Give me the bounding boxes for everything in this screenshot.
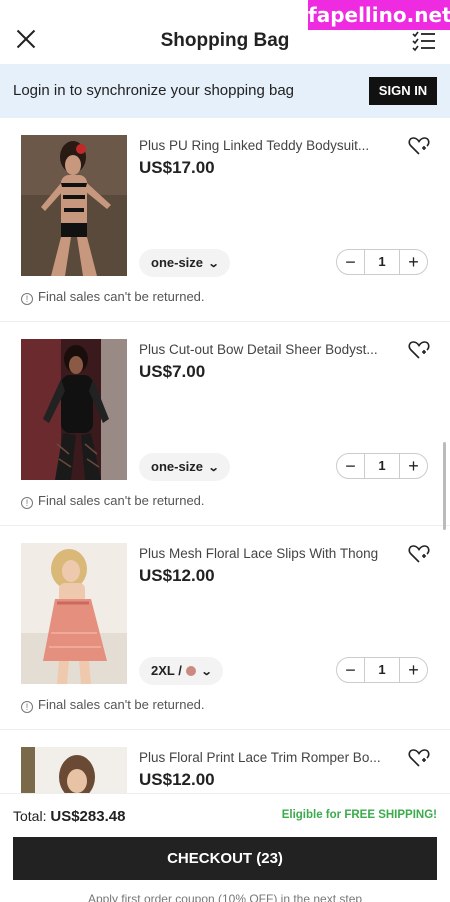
- free-shipping-badge: Eligible for FREE SHIPPING!: [281, 809, 437, 821]
- size-value: one-size: [151, 255, 204, 270]
- increment-button[interactable]: +: [399, 658, 427, 682]
- total-value: US$283.48: [50, 808, 126, 825]
- total-label: Total:: [13, 808, 47, 824]
- final-sale-note: ! Final sales can't be returned.: [21, 493, 205, 509]
- product-image[interactable]: [21, 135, 127, 276]
- quantity-value[interactable]: 1: [365, 250, 399, 274]
- page-title: Shopping Bag: [160, 30, 290, 51]
- cart-item: Plus Floral Print Lace Trim Romper Bo...…: [0, 730, 450, 793]
- quantity-value[interactable]: 1: [365, 454, 399, 478]
- final-sale-text: Final sales can't be returned.: [38, 697, 205, 712]
- final-sale-note: ! Final sales can't be returned.: [21, 289, 205, 305]
- product-name[interactable]: Plus Cut-out Bow Detail Sheer Bodyst...: [139, 342, 389, 357]
- chevron-down-icon: ⌄: [200, 666, 213, 678]
- watermark-logo: fapellino.net: [308, 0, 450, 30]
- heart-add-icon[interactable]: [408, 544, 430, 564]
- final-sale-note: ! Final sales can't be returned.: [21, 697, 205, 713]
- final-sale-text: Final sales can't be returned.: [38, 493, 205, 508]
- size-selector[interactable]: 2XL / ⌄: [139, 657, 224, 685]
- color-swatch: [185, 666, 196, 676]
- cart-item: Plus Mesh Floral Lace Slips With Thong U…: [0, 526, 450, 730]
- chevron-down-icon: ⌄: [207, 258, 220, 270]
- scrollbar-thumb[interactable]: [443, 442, 446, 530]
- size-value: 2XL /: [151, 663, 182, 678]
- quantity-stepper: − 1 +: [336, 249, 428, 275]
- product-name[interactable]: Plus Floral Print Lace Trim Romper Bo...: [139, 750, 389, 765]
- heart-add-icon[interactable]: [408, 136, 430, 156]
- size-value: one-size: [151, 459, 204, 474]
- checklist-icon[interactable]: [412, 30, 436, 52]
- product-name[interactable]: Plus Mesh Floral Lace Slips With Thong: [139, 546, 389, 561]
- login-banner: Login in to synchronize your shopping ba…: [0, 64, 450, 118]
- info-icon: !: [21, 293, 33, 305]
- quantity-value[interactable]: 1: [365, 658, 399, 682]
- product-image[interactable]: [21, 543, 127, 684]
- increment-button[interactable]: +: [399, 454, 427, 478]
- quantity-stepper: − 1 +: [336, 453, 428, 479]
- product-price: US$17.00: [139, 158, 215, 177]
- product-name[interactable]: Plus PU Ring Linked Teddy Bodysuit...: [139, 138, 389, 153]
- order-total: Total: US$283.48: [13, 808, 125, 825]
- product-image[interactable]: [21, 339, 127, 480]
- product-price: US$12.00: [139, 770, 215, 789]
- product-price: US$12.00: [139, 566, 215, 585]
- sign-in-button[interactable]: SIGN IN: [369, 77, 437, 105]
- decrement-button[interactable]: −: [337, 658, 365, 682]
- product-image[interactable]: [21, 747, 127, 793]
- info-icon: !: [21, 701, 33, 713]
- cart-item: Plus PU Ring Linked Teddy Bodysuit... US…: [0, 118, 450, 322]
- login-banner-text: Login in to synchronize your shopping ba…: [13, 82, 295, 99]
- decrement-button[interactable]: −: [337, 250, 365, 274]
- info-icon: !: [21, 497, 33, 509]
- quantity-stepper: − 1 +: [336, 657, 428, 683]
- chevron-down-icon: ⌄: [207, 462, 220, 474]
- size-selector[interactable]: one-size ⌄: [139, 453, 231, 481]
- checkout-footer: Total: US$283.48 Eligible for FREE SHIPP…: [0, 793, 450, 902]
- increment-button[interactable]: +: [399, 250, 427, 274]
- final-sale-text: Final sales can't be returned.: [38, 289, 205, 304]
- heart-add-icon[interactable]: [408, 340, 430, 360]
- cart-item-list[interactable]: Plus PU Ring Linked Teddy Bodysuit... US…: [0, 118, 450, 793]
- decrement-button[interactable]: −: [337, 454, 365, 478]
- size-selector[interactable]: one-size ⌄: [139, 249, 231, 277]
- cart-item: Plus Cut-out Bow Detail Sheer Bodyst... …: [0, 322, 450, 526]
- coupon-note: Apply first order coupon (10% OFF) in th…: [87, 892, 363, 902]
- product-price: US$7.00: [139, 362, 206, 381]
- checkout-button[interactable]: CHECKOUT (23): [13, 837, 437, 880]
- heart-add-icon[interactable]: [408, 748, 430, 768]
